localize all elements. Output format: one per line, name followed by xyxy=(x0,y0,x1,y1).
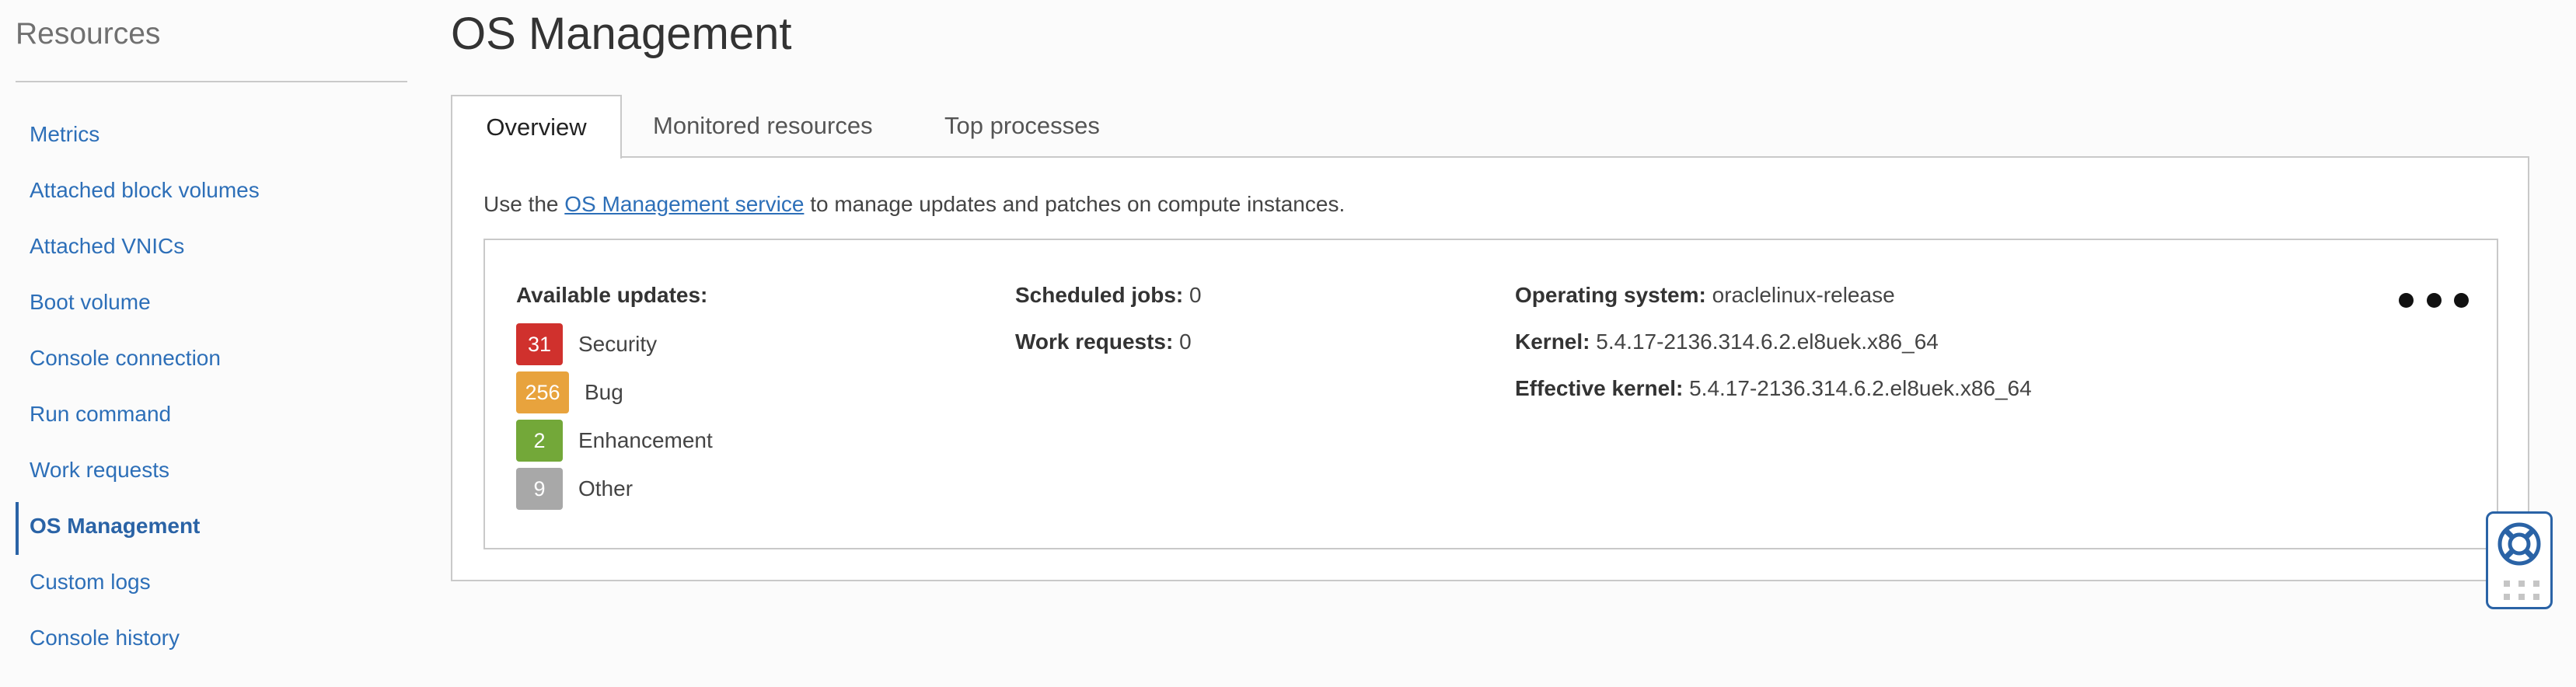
os-management-summary-card: Available updates: 31 Security 256 Bug 2… xyxy=(483,239,2498,549)
sidebar-item-work-requests[interactable]: Work requests xyxy=(0,446,408,502)
scheduled-jobs-field: Scheduled jobs: 0 xyxy=(1015,283,1202,330)
update-row-security: 31 Security xyxy=(516,320,713,368)
sidebar-item-boot-volume[interactable]: Boot volume xyxy=(0,278,408,334)
sidebar-item-run-command[interactable]: Run command xyxy=(0,390,408,446)
update-row-enhancement: 2 Enhancement xyxy=(516,417,713,465)
available-updates-section: Available updates: 31 Security 256 Bug 2… xyxy=(516,283,713,513)
security-count-badge: 31 xyxy=(516,323,563,365)
sidebar-item-attached-vnics[interactable]: Attached VNICs xyxy=(0,222,408,278)
tab-monitored-resources[interactable]: Monitored resources xyxy=(653,95,873,157)
update-row-other: 9 Other xyxy=(516,465,713,513)
work-requests-value: 0 xyxy=(1173,330,1192,354)
sidebar-item-console-history[interactable]: Console history xyxy=(0,614,408,670)
intro-suffix: to manage updates and patches on compute… xyxy=(804,192,1346,216)
intro-text: Use the OS Management service to manage … xyxy=(483,192,1345,217)
sidebar-item-custom-logs[interactable]: Custom logs xyxy=(0,558,408,614)
lifebuoy-icon[interactable] xyxy=(2495,520,2543,568)
scheduled-jobs-value: 0 xyxy=(1183,283,1202,307)
more-dot xyxy=(2399,292,2414,308)
sidebar-item-console-connection[interactable]: Console connection xyxy=(0,334,408,390)
security-label: Security xyxy=(578,332,658,356)
sidebar-divider xyxy=(16,81,407,82)
more-dot xyxy=(2454,292,2469,308)
update-row-bug: 256 Bug xyxy=(516,368,713,417)
kernel-field: Kernel: 5.4.17-2136.314.6.2.el8uek.x86_6… xyxy=(1515,330,2032,376)
sidebar-item-metrics[interactable]: Metrics xyxy=(0,110,408,166)
os-management-service-link[interactable]: OS Management service xyxy=(564,192,804,216)
tab-overview[interactable]: Overview xyxy=(451,95,622,159)
kernel-label: Kernel: xyxy=(1515,330,1590,354)
overview-panel: Use the OS Management service to manage … xyxy=(451,156,2529,581)
more-dot xyxy=(2426,292,2442,308)
other-count-badge: 9 xyxy=(516,468,563,510)
operating-system-value: oraclelinux-release xyxy=(1705,283,1895,307)
bug-label: Bug xyxy=(585,380,623,404)
effective-kernel-label: Effective kernel: xyxy=(1515,376,1684,400)
available-updates-heading: Available updates: xyxy=(516,283,708,307)
sidebar-list: Metrics Attached block volumes Attached … xyxy=(0,110,408,670)
effective-kernel-value: 5.4.17-2136.314.6.2.el8uek.x86_64 xyxy=(1683,376,2032,400)
more-options-icon[interactable] xyxy=(2399,288,2469,312)
bug-count-badge: 256 xyxy=(516,371,569,413)
sidebar-title: Resources xyxy=(16,17,161,51)
intro-prefix: Use the xyxy=(483,192,565,216)
scheduled-jobs-label: Scheduled jobs: xyxy=(1015,283,1184,307)
jobs-section: Scheduled jobs: 0 Work requests: 0 xyxy=(1015,283,1202,376)
enhancement-count-badge: 2 xyxy=(516,420,563,462)
tab-top-processes[interactable]: Top processes xyxy=(944,95,1100,157)
enhancement-label: Enhancement xyxy=(578,428,713,452)
kernel-value: 5.4.17-2136.314.6.2.el8uek.x86_64 xyxy=(1590,330,1939,354)
operating-system-field: Operating system: oraclelinux-release xyxy=(1515,283,2032,330)
sidebar-item-attached-block-volumes[interactable]: Attached block volumes xyxy=(0,166,408,222)
page-title: OS Management xyxy=(451,9,792,59)
work-requests-field: Work requests: 0 xyxy=(1015,330,1202,376)
help-widget[interactable] xyxy=(2486,511,2553,609)
drag-handle-icon[interactable] xyxy=(2504,581,2539,601)
operating-system-label: Operating system: xyxy=(1515,283,1706,307)
sidebar-item-os-management[interactable]: OS Management xyxy=(0,502,408,558)
system-info-section: Operating system: oraclelinux-release Ke… xyxy=(1515,283,2032,423)
other-label: Other xyxy=(578,476,634,500)
effective-kernel-field: Effective kernel: 5.4.17-2136.314.6.2.el… xyxy=(1515,376,2032,423)
work-requests-label: Work requests: xyxy=(1015,330,1174,354)
resources-sidebar: Resources Metrics Attached block volumes… xyxy=(0,0,408,687)
